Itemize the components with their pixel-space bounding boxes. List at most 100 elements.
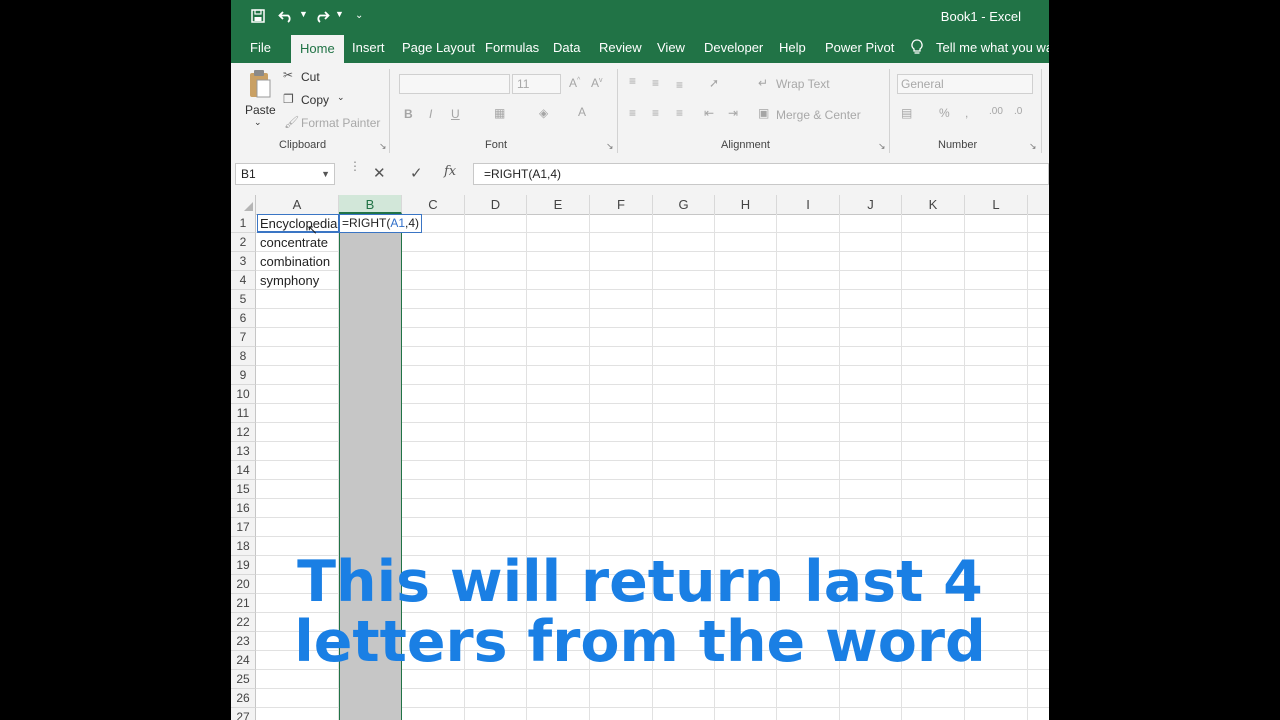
copy-dropdown-icon[interactable]: ⌄ — [337, 92, 345, 103]
font-color-icon[interactable]: A — [578, 105, 586, 119]
row-header-1[interactable]: 1 — [231, 214, 256, 233]
row-header-26[interactable]: 26 — [231, 689, 256, 708]
insert-function-icon[interactable]: fx — [444, 164, 456, 179]
paste-dropdown-icon[interactable]: ⌄ — [254, 117, 262, 128]
undo-icon[interactable] — [277, 7, 295, 25]
clipboard-launcher-icon[interactable]: ↘ — [379, 141, 387, 152]
scissors-icon[interactable]: ✂ — [283, 68, 293, 82]
decrease-font-icon[interactable]: Av — [591, 76, 603, 90]
column-header-h[interactable]: H — [715, 195, 777, 214]
row-header-3[interactable]: 3 — [231, 252, 256, 271]
cancel-icon[interactable]: ✕ — [373, 164, 386, 182]
row-header-13[interactable]: 13 — [231, 442, 256, 461]
column-header-e[interactable]: E — [527, 195, 590, 214]
wrap-text-button[interactable]: Wrap Text — [776, 77, 830, 91]
number-launcher-icon[interactable]: ↘ — [1029, 141, 1037, 152]
column-header-f[interactable]: F — [590, 195, 653, 214]
column-header-k[interactable]: K — [902, 195, 965, 214]
name-box-dropdown-icon[interactable]: ▼ — [321, 164, 330, 184]
tab-file[interactable]: File — [250, 33, 271, 63]
column-header-d[interactable]: D — [465, 195, 527, 214]
row-header-8[interactable]: 8 — [231, 347, 256, 366]
merge-center-button[interactable]: Merge & Center — [776, 108, 861, 122]
borders-icon[interactable]: ▦ — [494, 106, 505, 120]
wrap-text-icon[interactable]: ↵ — [758, 76, 768, 90]
tab-view[interactable]: View — [657, 33, 685, 63]
align-center-icon[interactable]: ≡ — [652, 106, 659, 120]
comma-style-icon[interactable]: , — [965, 106, 968, 120]
column-header-c[interactable]: C — [402, 195, 465, 214]
format-painter-button[interactable]: Format Painter — [301, 116, 380, 130]
cell-a4[interactable]: symphony — [260, 271, 319, 290]
accounting-format-icon[interactable]: ▤ — [901, 106, 912, 120]
orientation-icon[interactable]: ➚ — [709, 76, 719, 90]
tab-page-layout[interactable]: Page Layout — [402, 33, 475, 63]
row-header-17[interactable]: 17 — [231, 518, 256, 537]
increase-indent-icon[interactable]: ⇥ — [728, 106, 738, 120]
paste-button[interactable]: Paste — [245, 103, 276, 117]
increase-font-icon[interactable]: A^ — [569, 76, 580, 90]
font-name-select[interactable] — [399, 74, 510, 94]
row-header-11[interactable]: 11 — [231, 404, 256, 423]
increase-decimal-icon[interactable]: .00 — [989, 106, 1003, 117]
row-header-25[interactable]: 25 — [231, 670, 256, 689]
customize-qat-icon[interactable]: ⌄ — [355, 10, 363, 21]
cut-button[interactable]: Cut — [301, 70, 320, 84]
paste-icon[interactable] — [248, 69, 272, 104]
font-launcher-icon[interactable]: ↘ — [606, 141, 614, 152]
underline-icon[interactable]: U — [451, 107, 460, 121]
middle-align-icon[interactable]: ≡ — [652, 76, 659, 90]
alignment-launcher-icon[interactable]: ↘ — [878, 141, 886, 152]
format-painter-icon[interactable]: 🖌 — [284, 115, 299, 129]
tell-me-search[interactable]: Tell me what you wan — [936, 33, 1049, 63]
bold-icon[interactable]: B — [404, 107, 413, 121]
align-right-icon[interactable]: ≡ — [676, 106, 683, 120]
name-box[interactable]: B1 ▼ — [235, 163, 335, 185]
row-header-10[interactable]: 10 — [231, 385, 256, 404]
percent-icon[interactable]: % — [939, 106, 950, 120]
column-header-g[interactable]: G — [653, 195, 715, 214]
enter-icon[interactable]: ✓ — [410, 164, 423, 182]
row-header-27[interactable]: 27 — [231, 708, 256, 720]
redo-icon[interactable] — [313, 7, 331, 25]
row-header-7[interactable]: 7 — [231, 328, 256, 347]
italic-icon[interactable]: I — [429, 107, 432, 121]
tab-power-pivot[interactable]: Power Pivot — [825, 33, 894, 63]
row-header-6[interactable]: 6 — [231, 309, 256, 328]
number-format-select[interactable]: General — [897, 74, 1033, 94]
merge-center-icon[interactable]: ▣ — [758, 106, 769, 120]
bottom-align-icon[interactable]: ≡ — [676, 78, 683, 92]
cell-b1-editing[interactable]: =RIGHT(A1,4) — [339, 214, 422, 233]
row-header-15[interactable]: 15 — [231, 480, 256, 499]
row-header-4[interactable]: 4 — [231, 271, 256, 290]
align-left-icon[interactable]: ≡ — [629, 106, 636, 120]
tab-insert[interactable]: Insert — [352, 33, 385, 63]
row-header-12[interactable]: 12 — [231, 423, 256, 442]
row-header-9[interactable]: 9 — [231, 366, 256, 385]
column-header-l[interactable]: L — [965, 195, 1028, 214]
copy-button[interactable]: Copy — [301, 93, 329, 107]
row-header-16[interactable]: 16 — [231, 499, 256, 518]
tab-data[interactable]: Data — [553, 33, 580, 63]
cell-a3[interactable]: combination — [260, 252, 330, 271]
tab-home[interactable]: Home — [291, 35, 344, 63]
tab-developer[interactable]: Developer — [704, 33, 763, 63]
column-header-b[interactable]: B — [339, 195, 402, 214]
redo-dropdown-icon[interactable]: ▼ — [335, 9, 344, 19]
tab-review[interactable]: Review — [599, 33, 642, 63]
column-header-a[interactable]: A — [256, 195, 339, 214]
column-header-i[interactable]: I — [777, 195, 840, 214]
copy-icon[interactable]: ❐ — [283, 92, 294, 106]
decrease-indent-icon[interactable]: ⇤ — [704, 106, 714, 120]
tab-help[interactable]: Help — [779, 33, 806, 63]
row-header-14[interactable]: 14 — [231, 461, 256, 480]
save-icon[interactable] — [249, 7, 267, 25]
decrease-decimal-icon[interactable]: .0 — [1014, 106, 1022, 117]
undo-dropdown-icon[interactable]: ▼ — [299, 9, 308, 19]
fill-color-icon[interactable]: ◈ — [539, 106, 548, 120]
font-size-select[interactable]: 11 — [512, 74, 561, 94]
select-all-button[interactable] — [231, 195, 256, 214]
column-header-j[interactable]: J — [840, 195, 902, 214]
tab-formulas[interactable]: Formulas — [485, 33, 539, 63]
top-align-icon[interactable]: ≡ — [629, 74, 636, 88]
